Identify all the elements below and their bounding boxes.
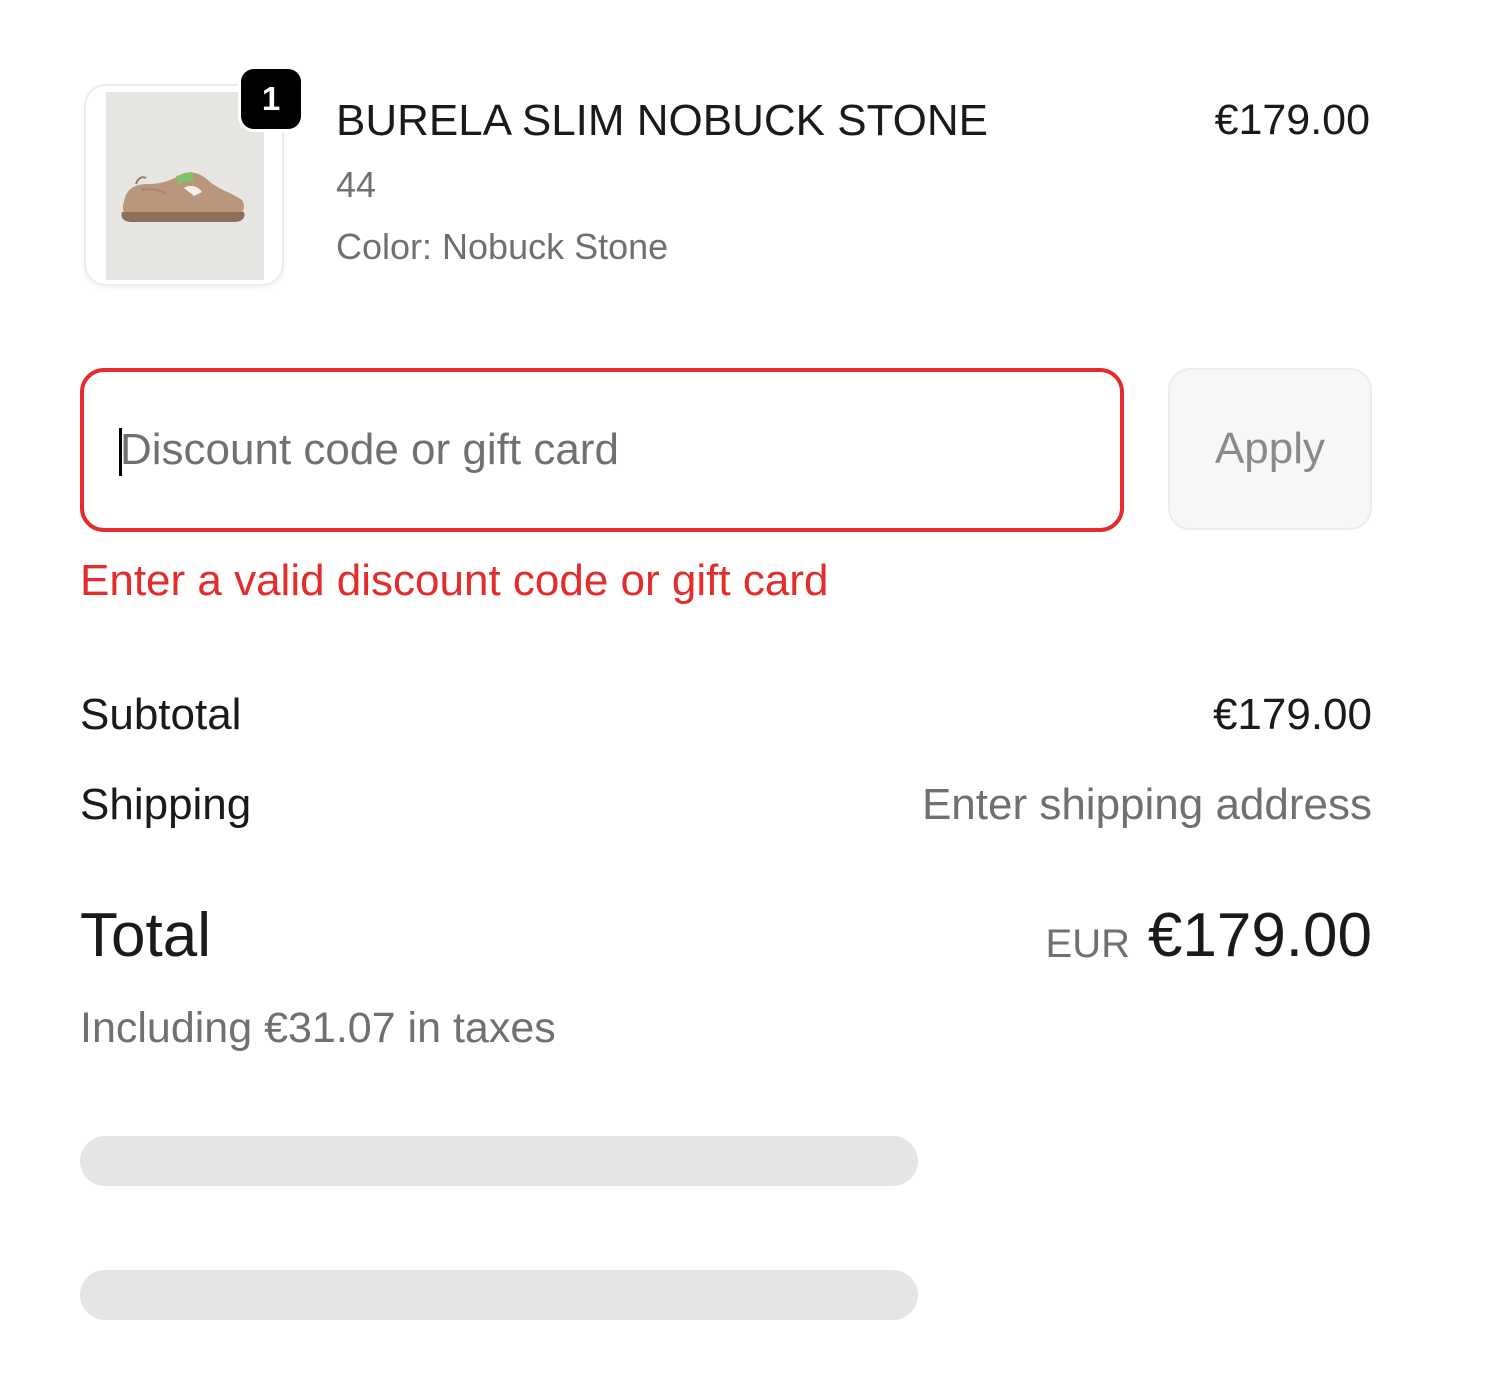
loading-skeleton-bar <box>80 1270 918 1320</box>
total-label: Total <box>80 901 211 970</box>
total-value: €179.00 <box>1147 901 1372 970</box>
tax-note: Including €31.07 in taxes <box>80 1004 556 1052</box>
apply-button[interactable]: Apply <box>1168 368 1372 530</box>
quantity-badge: 1 <box>238 66 304 132</box>
product-price: €179.00 <box>1214 96 1370 144</box>
discount-error-message: Enter a valid discount code or gift card <box>80 556 829 605</box>
shipping-label: Shipping <box>80 780 252 829</box>
subtotal-label: Subtotal <box>80 690 242 739</box>
subtotal-value: €179.00 <box>1212 690 1372 739</box>
shipping-value: Enter shipping address <box>921 780 1372 829</box>
product-name: BURELA SLIM NOBUCK STONE <box>336 96 989 145</box>
loading-skeleton-bar <box>80 1136 918 1186</box>
product-color: Color: Nobuck Stone <box>336 226 669 267</box>
product-size: 44 <box>336 164 377 205</box>
total-currency: EUR <box>1045 922 1130 966</box>
text-caret <box>119 428 122 476</box>
discount-code-input[interactable] <box>80 368 1124 532</box>
